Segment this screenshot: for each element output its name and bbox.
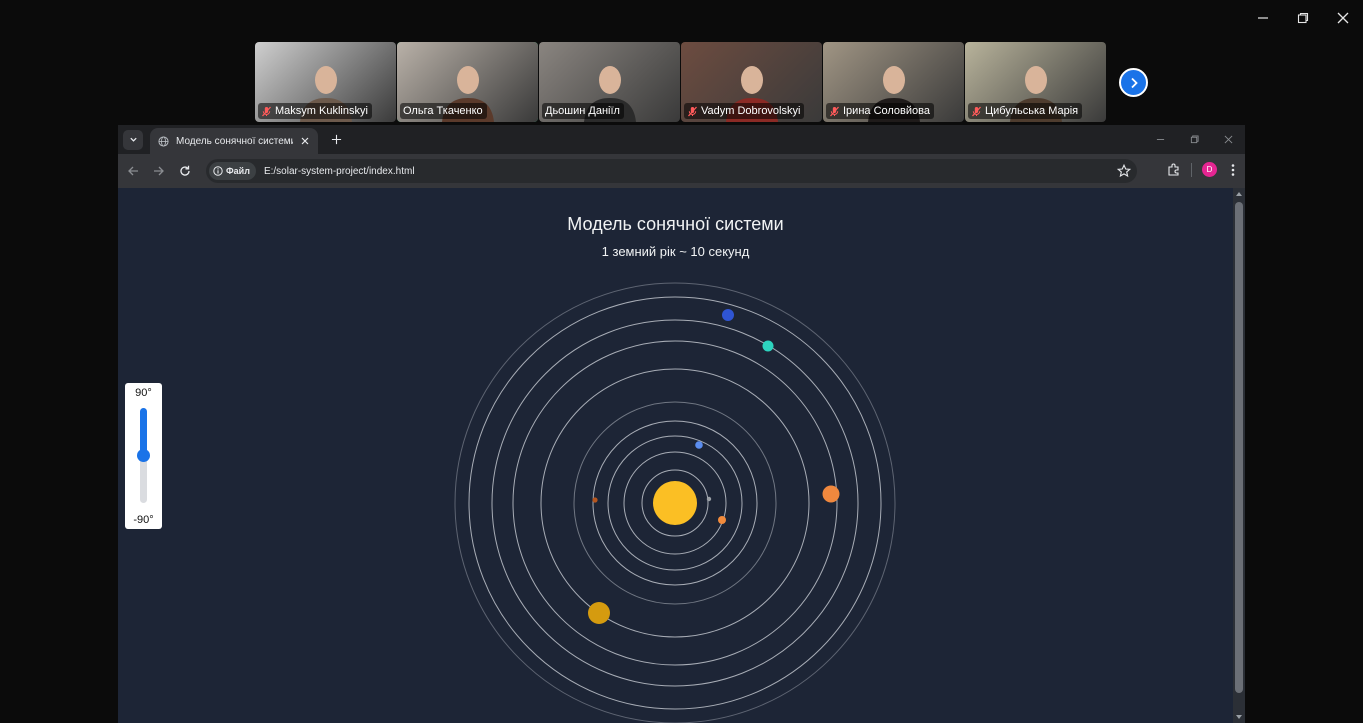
window-controls [1243,0,1363,36]
restore-icon [1190,135,1199,144]
tilt-slider-thumb[interactable] [137,449,150,462]
planet [592,497,598,503]
browser-window-controls [1143,125,1245,154]
participant-tile[interactable]: Vadym Dobrovolskyi [681,42,822,122]
browser-close-button[interactable] [1211,125,1245,154]
planet [822,485,840,503]
tab-search-button[interactable] [123,129,143,150]
tab-title: Модель сонячної системи [176,135,293,147]
tab-solar-system[interactable]: Модель сонячної системи [150,128,318,154]
arrow-left-icon [128,166,138,176]
forward-button[interactable] [150,162,168,180]
participant-name: Дьошин Даніїл [545,105,620,117]
next-participants-button[interactable] [1119,68,1148,97]
minimize-icon [1258,17,1268,19]
participant-name-badge: Vadym Dobrovolskyi [684,103,805,119]
participant-name: Ольга Ткаченко [403,105,483,117]
minimize-button[interactable] [1243,0,1283,36]
tilt-max-label: 90° [135,387,152,399]
tilt-slider-panel: 90° -90° [125,383,162,529]
restore-button[interactable] [1283,0,1323,36]
participant-tile[interactable]: Ольга Ткаченко [397,42,538,122]
address-bar[interactable]: Файл E:/solar-system-project/index.html [206,159,1137,183]
page-title: Модель сонячної системи [567,214,784,234]
toolbar-right: D [1167,162,1239,177]
close-button[interactable] [1323,0,1363,36]
participant-name: Ірина Соловйова [843,105,930,117]
participant-name-badge: Ірина Соловйова [826,103,934,119]
arrow-right-icon [154,166,164,176]
mic-off-icon [830,106,839,116]
mic-off-icon [262,106,271,116]
scroll-thumb[interactable] [1235,202,1243,693]
participant-name: Maksym Kuklinskyi [275,105,368,117]
planet [718,516,726,524]
more-menu-icon[interactable] [1227,163,1239,177]
minimize-icon [1156,139,1164,140]
restore-icon [1297,12,1309,24]
participant-tile[interactable]: Maksym Kuklinskyi [255,42,396,122]
reload-icon [180,165,190,176]
tab-bar: Модель сонячної системи [118,125,1245,154]
new-tab-button[interactable] [328,132,344,148]
page-subtitle: 1 земний рік ~ 10 секунд [601,244,750,259]
browser-minimize-button[interactable] [1143,125,1177,154]
participant-tile[interactable]: Дьошин Даніїл [539,42,680,122]
extensions-icon[interactable] [1167,163,1181,177]
participant-name-badge: Ольга Ткаченко [400,103,487,119]
solar-system-page: Модель сонячної системи 1 земний рік ~ 1… [118,188,1233,723]
browser-window: Модель сонячної системи Файл E:/solar-sy [118,125,1245,723]
participant-strip: Maksym Kuklinskyi Ольга Ткаченко Дьошин Да… [255,42,1106,122]
sun [653,481,697,525]
mic-off-icon [688,106,697,116]
chevron-right-icon [1130,77,1138,88]
planet [695,441,703,449]
back-button[interactable] [124,162,142,180]
participant-name: Цибульська Марія [985,105,1079,117]
participant-name-badge: Цибульська Марія [968,103,1083,119]
scroll-up-button[interactable] [1233,188,1245,200]
participant-tile[interactable]: Цибульська Марія [965,42,1106,122]
planet [706,496,712,502]
close-icon [1337,12,1349,24]
plus-icon [331,134,341,145]
reload-button[interactable] [176,162,194,180]
tilt-min-label: -90° [133,514,154,526]
chevron-down-icon [129,137,137,142]
toolbar-separator [1191,162,1192,177]
info-icon [213,166,223,176]
planet [722,309,734,321]
chip-label: Файл [226,166,250,176]
solar-system-canvas [454,282,896,723]
globe-icon [158,135,169,147]
participant-name-badge: Дьошин Даніїл [542,103,624,119]
browser-toolbar: Файл E:/solar-system-project/index.html … [118,154,1245,188]
close-tab-icon[interactable] [300,136,310,146]
participant-tile[interactable]: Ірина Соловйова [823,42,964,122]
page-scrollbar[interactable] [1233,188,1245,723]
url-text: E:/solar-system-project/index.html [263,165,415,177]
profile-avatar[interactable]: D [1202,162,1217,177]
mic-off-icon [972,106,981,116]
participant-name: Vadym Dobrovolskyi [701,105,801,117]
site-info-chip[interactable]: Файл [209,162,256,180]
participant-name-badge: Maksym Kuklinskyi [258,103,372,119]
browser-restore-button[interactable] [1177,125,1211,154]
close-icon [1224,135,1232,144]
planet [588,602,610,624]
planet [762,340,774,352]
triangle-down-icon [1236,715,1242,719]
triangle-up-icon [1236,192,1242,196]
scroll-down-button[interactable] [1233,711,1245,723]
bookmark-star-icon[interactable] [1117,164,1131,178]
